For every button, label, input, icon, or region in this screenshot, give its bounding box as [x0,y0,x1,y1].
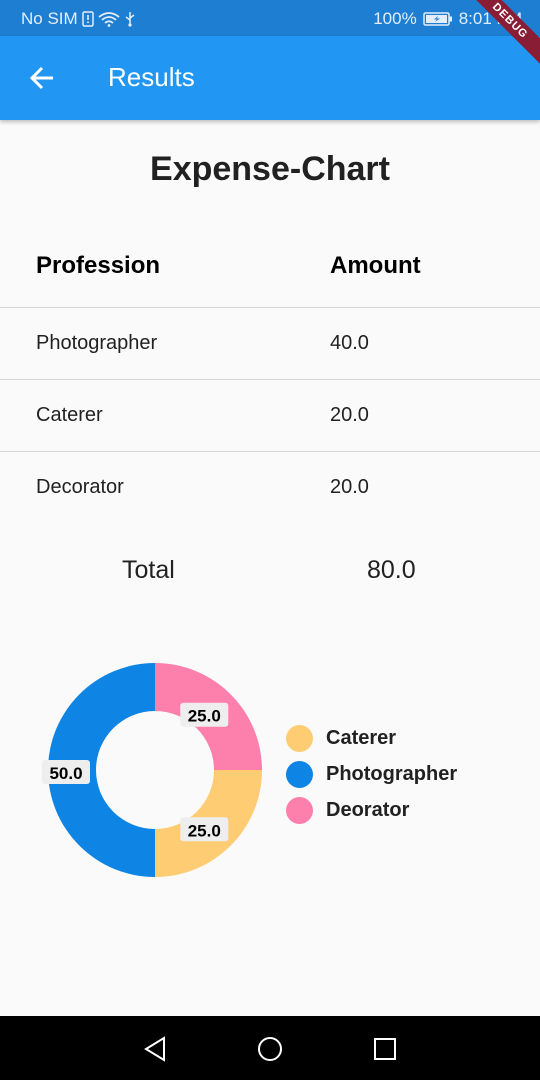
table-row: Caterer 20.0 [0,380,540,452]
legend-item: Deorator [286,792,457,828]
wifi-icon [98,11,120,27]
header-amount: Amount [330,252,421,279]
total-label: Total [122,556,175,584]
data-label-text: 25.0 [188,707,221,726]
sim-alert-icon [81,11,94,27]
system-nav-bar [0,1016,540,1080]
row-amount: 20.0 [330,404,369,426]
legend-label: Deorator [326,798,410,821]
battery-charging-icon [422,12,453,26]
table-row: Photographer 40.0 [0,308,540,380]
legend-item: Caterer [286,720,457,756]
legend-label: Photographer [326,762,458,785]
carrier-text: No SIM [21,9,78,28]
data-label: 25.0 [180,702,229,727]
row-profession: Caterer [36,404,103,426]
chart-legend: Caterer Photographer Deorator [286,720,457,828]
app-bar: Results [0,36,540,120]
table-header: Profession Amount [0,230,540,308]
status-bar: No SIM 100% 8:01 PM DEBUG [0,0,540,70]
legend-item: Photographer [286,756,457,792]
legend-swatch [286,796,313,824]
table-row: Decorator 20.0 [0,452,540,524]
row-amount: 40.0 [330,332,369,354]
header-profession: Profession [36,252,161,279]
expense-table: Profession Amount Photographer 40.0 Cate… [0,230,540,524]
nav-recents-button[interactable] [370,1034,400,1064]
usb-icon [124,11,136,27]
row-amount: 20.0 [330,476,369,498]
legend-label: Caterer [326,726,397,749]
legend-swatch [286,724,313,752]
arrow-back-icon [29,66,53,90]
row-profession: Decorator [36,476,124,498]
recents-square-icon [374,1038,396,1060]
data-label: 25.0 [180,817,229,842]
legend-swatch [286,760,313,788]
nav-home-button[interactable] [255,1034,285,1064]
data-label-text: 50.0 [49,764,82,783]
status-left: No SIM [21,9,136,29]
page-title: Results [108,62,195,92]
battery-percent: 100% [373,9,417,28]
home-circle-icon [258,1037,282,1061]
back-triangle-icon [144,1036,165,1062]
data-label-text: 25.0 [188,821,221,840]
total-value: 80.0 [367,556,416,584]
chart-heading: Expense-Chart [150,150,390,188]
nav-back-button[interactable] [140,1034,170,1064]
back-button[interactable] [22,58,62,98]
row-profession: Photographer [36,332,158,354]
expense-donut-chart: 25.0 25.0 50.0 [42,663,262,877]
data-label: 50.0 [42,760,90,784]
